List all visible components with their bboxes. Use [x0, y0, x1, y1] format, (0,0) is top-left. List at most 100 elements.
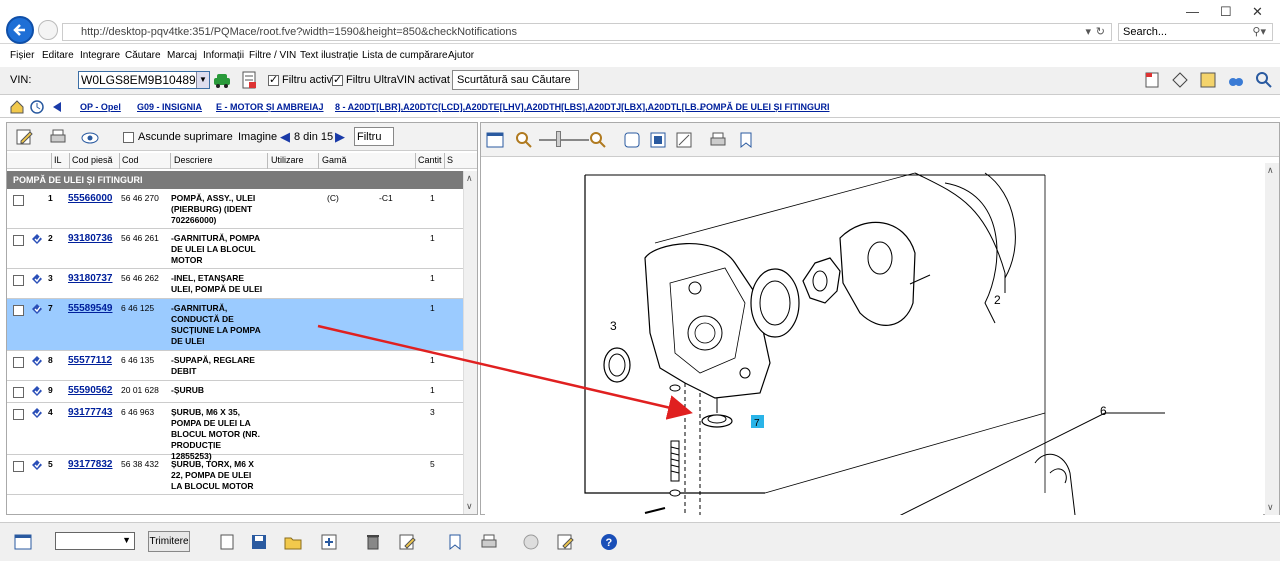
note-icon[interactable]: [556, 533, 574, 551]
menu-edit[interactable]: Editare: [42, 50, 74, 61]
col-part-code[interactable]: Cod piesă: [72, 155, 113, 165]
close-icon[interactable]: ✕: [1252, 4, 1263, 20]
row-checkbox[interactable]: [13, 195, 24, 206]
list-select[interactable]: ▼: [55, 532, 135, 550]
col-range[interactable]: Gamă: [322, 155, 347, 165]
part-info-icon[interactable]: [31, 355, 43, 367]
table-row[interactable]: 4 93177743 6 46 963 ȘURUB, M6 X 35, POMPA D…: [7, 403, 463, 461]
next-image-icon[interactable]: ▶: [335, 129, 345, 145]
eye-icon[interactable]: [81, 128, 99, 146]
print-list-icon[interactable]: [480, 533, 498, 551]
col-code[interactable]: Cod: [122, 155, 139, 165]
menu-filters[interactable]: Filtre / VIN: [249, 50, 296, 61]
callout-2[interactable]: 2: [994, 293, 1001, 307]
menu-info[interactable]: Informații: [203, 50, 244, 61]
print-image-icon[interactable]: [709, 131, 727, 149]
search-input[interactable]: Search... ⚲▾: [1118, 23, 1273, 41]
scrollbar[interactable]: ∧ ∨: [463, 171, 477, 514]
binoculars-icon[interactable]: [1227, 71, 1245, 89]
part-code-link[interactable]: 55589549: [68, 303, 113, 314]
export-icon[interactable]: [446, 533, 464, 551]
breadcrumb-insignia[interactable]: G09 - INSIGNIA: [137, 102, 202, 112]
search-icon[interactable]: ⚲▾: [1252, 25, 1266, 38]
menu-shopping[interactable]: Lista de cumpărare: [362, 50, 448, 61]
back-button[interactable]: [6, 16, 34, 44]
fit-icon[interactable]: [623, 131, 641, 149]
trash-icon[interactable]: [364, 533, 382, 551]
callout-7[interactable]: 7: [754, 418, 760, 429]
hide-deletion-checkbox[interactable]: [123, 132, 134, 143]
part-code-link[interactable]: 93180737: [68, 273, 113, 284]
part-info-icon[interactable]: [31, 407, 43, 419]
maximize-icon[interactable]: ☐: [1220, 4, 1232, 20]
menu-illustration[interactable]: Text ilustrație: [300, 50, 358, 61]
row-checkbox[interactable]: [13, 461, 24, 472]
document-icon[interactable]: [240, 71, 258, 89]
row-checkbox[interactable]: [13, 305, 24, 316]
row-checkbox[interactable]: [13, 409, 24, 420]
table-row[interactable]: 8 55577112 6 46 135 -SUPAPĂ, REGLARE DEBIT 1: [7, 351, 463, 381]
printer-icon[interactable]: [49, 128, 67, 146]
part-code-link[interactable]: 93177832: [68, 459, 113, 470]
window-icon[interactable]: [486, 131, 504, 149]
menu-help[interactable]: Ajutor: [448, 50, 474, 61]
vin-field[interactable]: W0LGS8EM9B1048952 ▼: [78, 71, 210, 89]
menu-search[interactable]: Căutare: [125, 50, 161, 61]
filter-input[interactable]: Filtru: [354, 127, 394, 146]
col-description[interactable]: Descriere: [174, 155, 213, 165]
forward-button[interactable]: [38, 20, 58, 40]
callout-3[interactable]: 3: [610, 319, 617, 333]
zoom-out-icon[interactable]: [515, 131, 533, 149]
diagram-scrollbar[interactable]: ∧ ∨: [1265, 163, 1279, 515]
chevron-down-icon[interactable]: ▼: [122, 535, 131, 545]
print-doc-icon[interactable]: [1143, 71, 1161, 89]
zoom-in-icon[interactable]: [589, 131, 607, 149]
table-row[interactable]: 3 93180737 56 46 262 -INEL, ETANȘARE ULEI, …: [7, 269, 463, 299]
help-icon[interactable]: ?: [600, 533, 618, 551]
table-row[interactable]: 2 93180736 56 46 261 -GARNITURĂ, POMPA DE U…: [7, 229, 463, 269]
folder-icon[interactable]: [284, 533, 302, 551]
save-icon[interactable]: [250, 533, 268, 551]
fit-width-icon[interactable]: [649, 131, 667, 149]
prev-image-icon[interactable]: ◀: [280, 129, 290, 145]
part-code-link[interactable]: 93177743: [68, 407, 113, 418]
notes-icon[interactable]: [1199, 71, 1217, 89]
add-icon[interactable]: [320, 533, 338, 551]
col-quantity[interactable]: Cantit: [418, 155, 442, 165]
zoom-slider[interactable]: [539, 139, 589, 141]
list-edit-icon[interactable]: [398, 533, 416, 551]
row-checkbox[interactable]: [13, 235, 24, 246]
dropdown-icon[interactable]: ▾: [1085, 25, 1091, 38]
home-icon[interactable]: [10, 100, 24, 114]
menu-bookmark[interactable]: Marcaj: [167, 50, 197, 61]
disc-icon[interactable]: [522, 533, 540, 551]
row-checkbox[interactable]: [13, 387, 24, 398]
table-row[interactable]: 5 93177832 56 38 432 ȘURUB, TORX, M6 X 22, …: [7, 455, 463, 495]
breadcrumb-motor[interactable]: E - MOTOR ȘI AMBREIAJ: [216, 102, 324, 112]
chevron-down-icon[interactable]: ▼: [196, 72, 209, 88]
breadcrumb-engine-codes[interactable]: 8 - A20DT[LBR],A20DTC[LCD],A20DTE[LHV],A…: [335, 102, 704, 112]
minimize-icon[interactable]: —: [1186, 4, 1199, 19]
col-usage[interactable]: Utilizare: [271, 155, 304, 165]
menu-integrate[interactable]: Integrare: [80, 50, 120, 61]
filter-ultravin-checkbox[interactable]: [332, 73, 343, 86]
col-il[interactable]: IL: [54, 155, 62, 165]
tag-icon[interactable]: [1171, 71, 1189, 89]
table-row[interactable]: 1 55566000 56 46 270 POMPĂ, ASSY., ULEI (PI…: [7, 189, 463, 229]
row-checkbox[interactable]: [13, 357, 24, 368]
part-code-link[interactable]: 55566000: [68, 193, 113, 204]
table-row[interactable]: 9 55590562 20 01 628 -ȘURUB 1: [7, 381, 463, 403]
row-checkbox[interactable]: [13, 275, 24, 286]
part-code-link[interactable]: 55590562: [68, 385, 113, 396]
panel-icon[interactable]: [14, 533, 32, 551]
part-info-icon[interactable]: [31, 459, 43, 471]
part-info-icon[interactable]: [31, 385, 43, 397]
triangle-left-icon[interactable]: [52, 101, 62, 113]
part-code-link[interactable]: 55577112: [68, 355, 112, 366]
bookmark-icon[interactable]: [737, 131, 755, 149]
send-button[interactable]: Trimitere: [148, 531, 190, 552]
col-s[interactable]: S: [447, 155, 453, 165]
table-row[interactable]: 7 55589549 6 46 125 -GARNITURĂ, CONDUCTĂ DE…: [7, 299, 463, 351]
menu-file[interactable]: Fișier: [10, 50, 34, 61]
fit-height-icon[interactable]: [675, 131, 693, 149]
